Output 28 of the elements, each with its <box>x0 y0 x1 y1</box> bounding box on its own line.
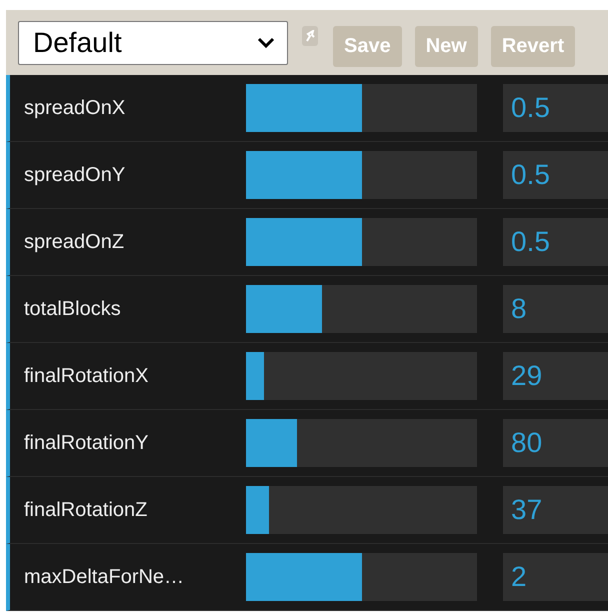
slider[interactable] <box>246 285 477 333</box>
slider[interactable] <box>246 352 477 400</box>
controller-label: totalBlocks <box>23 298 122 320</box>
slider[interactable] <box>246 486 477 534</box>
controller-label: finalRotationZ <box>23 498 148 522</box>
number-field[interactable]: 2 <box>503 553 608 601</box>
slider[interactable] <box>246 218 477 266</box>
number-field[interactable]: 37 <box>503 486 608 534</box>
controller-label: spreadOnY <box>23 164 126 186</box>
controller-label: finalRotationX <box>23 364 150 388</box>
slider[interactable] <box>246 84 477 132</box>
controller-label: finalRotationY <box>23 432 150 454</box>
number-field[interactable]: 8 <box>503 285 608 333</box>
controller-label: spreadOnZ <box>23 230 126 254</box>
remember-checkbox[interactable] <box>302 26 318 46</box>
controller-label: maxDeltaForNe… <box>23 566 186 588</box>
number-field[interactable]: 0.5 <box>503 151 608 199</box>
chevron-down-icon <box>257 36 275 48</box>
number-field[interactable]: 0.5 <box>503 218 608 266</box>
slider[interactable] <box>246 553 477 601</box>
pin-icon <box>305 30 315 42</box>
number-field[interactable]: 0.5 <box>503 84 608 132</box>
number-field[interactable]: 29 <box>503 352 608 400</box>
preset-dropdown[interactable]: Default <box>18 20 288 64</box>
controller-label: spreadOnX <box>23 96 126 120</box>
number-field[interactable]: 80 <box>503 419 608 467</box>
slider[interactable] <box>246 151 477 199</box>
slider[interactable] <box>246 419 477 467</box>
